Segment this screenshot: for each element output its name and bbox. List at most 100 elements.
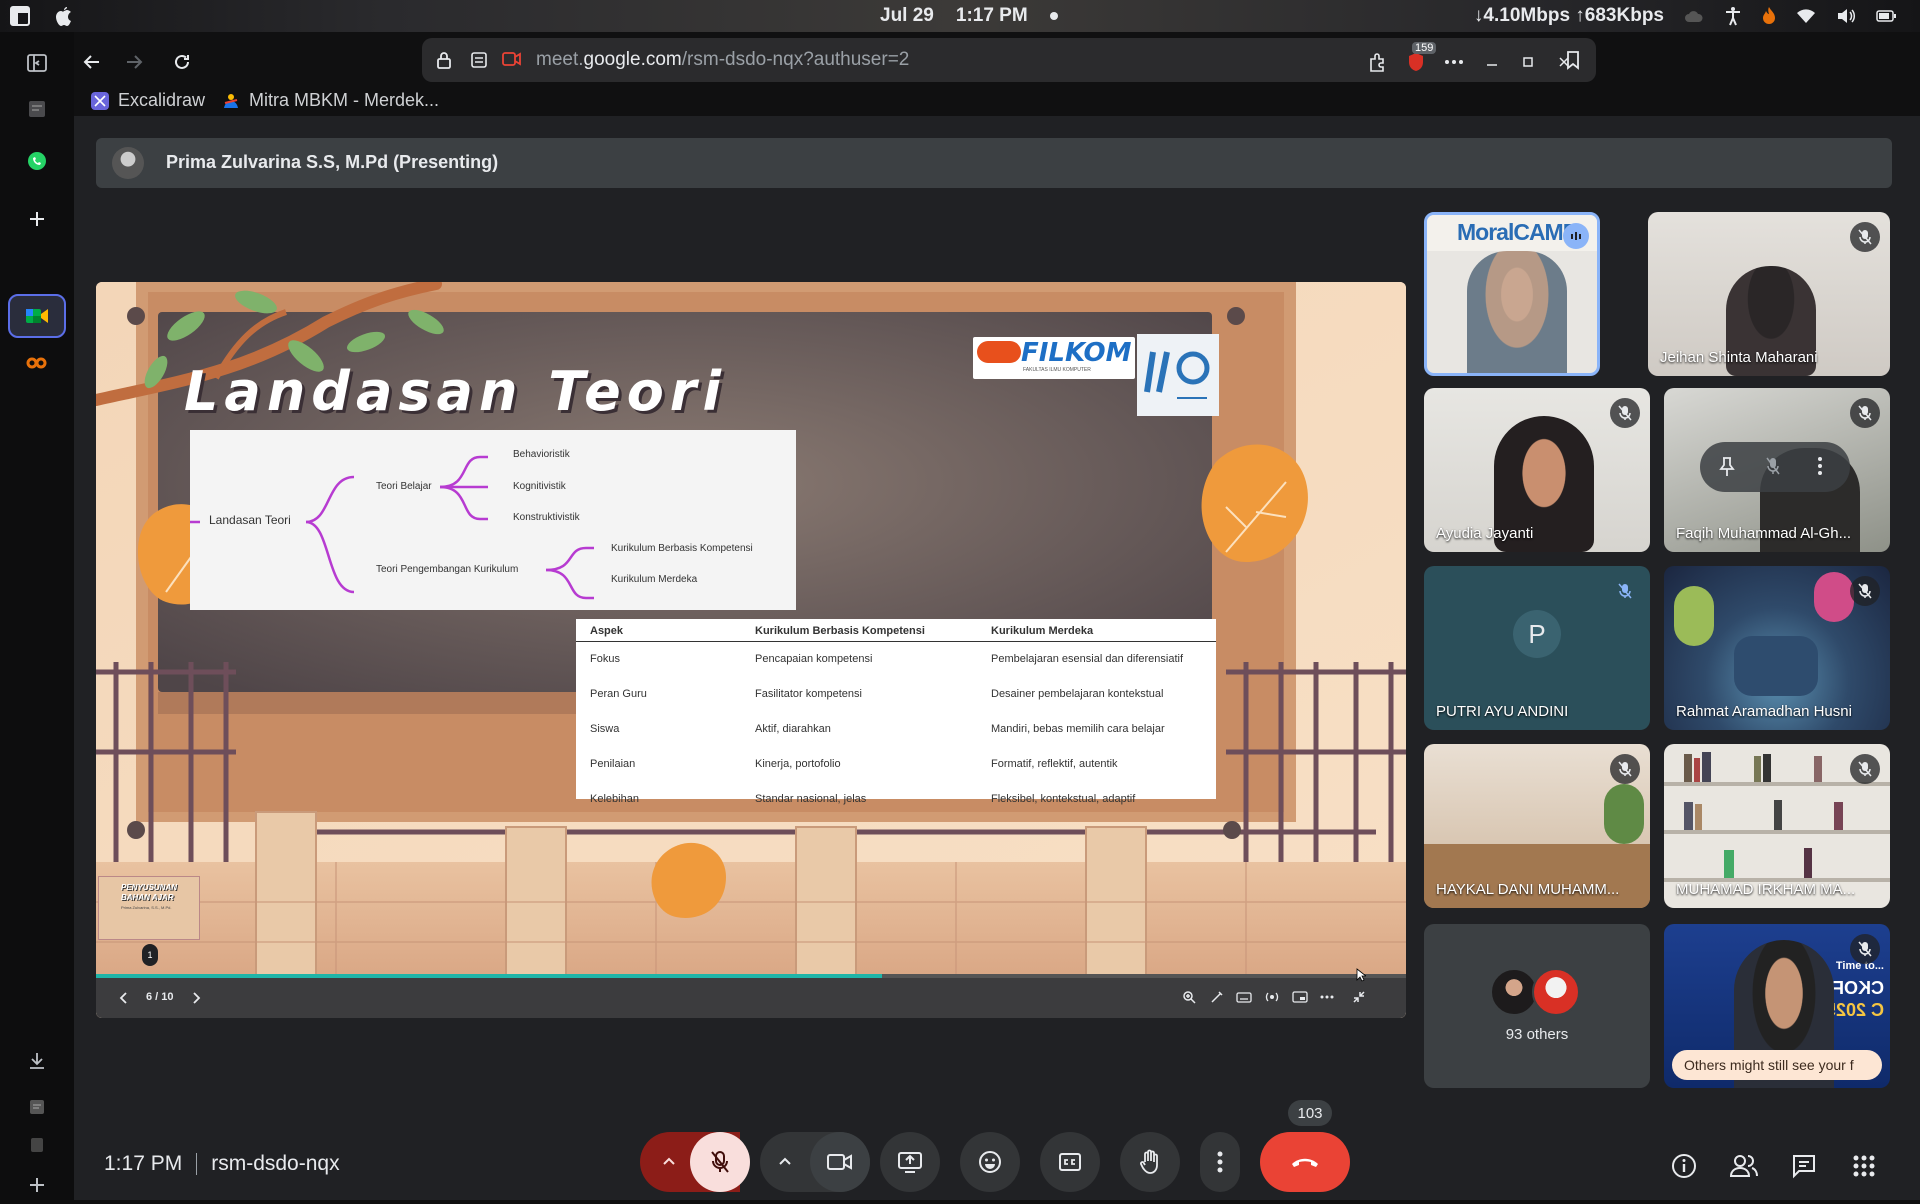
keyboard-icon[interactable]: [1236, 990, 1252, 1004]
game-seat: [1734, 636, 1818, 696]
volume-icon[interactable]: [1836, 8, 1856, 24]
workspace-icon[interactable]: [8, 4, 32, 28]
reload-icon[interactable]: [164, 44, 200, 80]
more-vert-icon: [1217, 1151, 1223, 1173]
active-meet-tab[interactable]: [8, 294, 66, 338]
mute-warning-toast[interactable]: Others might still see your f: [1672, 1050, 1882, 1080]
slide-marker[interactable]: 1: [142, 944, 158, 966]
slide-thumbnail[interactable]: PENYUSUNAN BAHAN AJAR Prima Zulvarina, S…: [98, 876, 200, 940]
meeting-details-button[interactable]: [1666, 1148, 1702, 1184]
present-screen-icon: [897, 1151, 923, 1173]
mic-off-icon: [1850, 222, 1880, 252]
sidebar-toggle-icon[interactable]: [18, 44, 56, 82]
exit-fullscreen-icon[interactable]: [1352, 990, 1366, 1004]
notes-app-icon[interactable]: [18, 90, 56, 128]
camera-active-icon[interactable]: [502, 51, 522, 67]
notes-small-icon[interactable]: [18, 1088, 56, 1126]
extensions-icon[interactable]: [1360, 44, 1396, 80]
mindmap-root: Landasan Teori: [209, 513, 291, 527]
meet-bottom-bar: 1:17 PM rsm-dsdo-nqx: [74, 1100, 1920, 1200]
mindmap-branch-2: Teori Pengembangan Kurikulum: [376, 564, 519, 575]
maximize-icon[interactable]: [1510, 44, 1546, 80]
self-view-tile[interactable]: Time to... CKOF C 2025 Others might stil…: [1664, 924, 1890, 1088]
pip-icon[interactable]: [1292, 990, 1308, 1004]
mute-participant-icon[interactable]: [1766, 457, 1780, 475]
slide-more-icon[interactable]: [1320, 995, 1334, 999]
prev-slide-icon[interactable]: [118, 991, 128, 1005]
mindmap-item: Behavioristik: [513, 449, 570, 460]
cloud-icon[interactable]: [1684, 9, 1704, 23]
participant-tile[interactable]: MoralCAMP: [1424, 212, 1600, 376]
more-options-icon[interactable]: [1436, 44, 1472, 80]
system-top-bar: Jul 29 1:17 PM ↓4.10Mbps ↑683Kbps: [0, 0, 1920, 32]
close-window-icon[interactable]: [1546, 44, 1582, 80]
people-button[interactable]: [1726, 1148, 1762, 1184]
link-app-icon[interactable]: [18, 344, 56, 382]
presentation-slide[interactable]: Landasan Teori FILKOM FAKULTAS ILMU KOMP…: [96, 282, 1406, 1018]
bookmark-mitra-mbkm[interactable]: Mitra MBKM - Merdek...: [221, 90, 439, 111]
meeting-time: 1:17 PM: [104, 1152, 183, 1175]
camera-toggle-button[interactable]: [810, 1132, 870, 1192]
bookmarks-bar: Excalidraw Mitra MBKM - Merdek...: [90, 90, 439, 111]
tile-more-icon[interactable]: [1818, 457, 1822, 475]
minimize-icon[interactable]: [1474, 44, 1510, 80]
mic-off-icon: [1850, 754, 1880, 784]
back-icon[interactable]: [74, 44, 110, 80]
participant-name: PUTRI AYU ANDINI: [1436, 703, 1569, 720]
activities-button[interactable]: [1846, 1148, 1882, 1184]
whatsapp-icon[interactable]: [18, 142, 56, 180]
raise-hand-button[interactable]: [1120, 1132, 1180, 1192]
wifi-icon[interactable]: [1796, 8, 1816, 24]
zoom-icon[interactable]: [1182, 990, 1196, 1004]
others-tile[interactable]: 93 others: [1424, 924, 1650, 1088]
more-options-button[interactable]: [1200, 1132, 1240, 1192]
participant-name: HAYKAL DANI MUHAMM...: [1436, 881, 1620, 898]
system-time[interactable]: 1:17 PM: [956, 5, 1028, 27]
site-settings-icon[interactable]: [470, 51, 488, 69]
broadcast-icon[interactable]: [1264, 990, 1280, 1004]
apple-icon[interactable]: [52, 4, 74, 28]
extension-shield-icon[interactable]: 159: [1398, 42, 1437, 80]
participant-tile[interactable]: Faqih Muhammad Al-Gh...: [1664, 388, 1890, 552]
laser-pointer-icon[interactable]: [1210, 990, 1224, 1004]
next-slide-icon[interactable]: [192, 991, 202, 1005]
chat-button[interactable]: [1786, 1148, 1822, 1184]
present-button[interactable]: [880, 1132, 940, 1192]
flame-icon[interactable]: [1762, 6, 1776, 26]
meeting-code[interactable]: rsm-dsdo-nqx: [211, 1152, 339, 1175]
bookmark-excalidraw[interactable]: Excalidraw: [90, 90, 205, 111]
others-count: 93 others: [1505, 1026, 1569, 1043]
network-speed[interactable]: ↓4.10Mbps ↑683Kbps: [1474, 5, 1664, 27]
mic-off-icon: [1610, 576, 1640, 606]
accessibility-icon[interactable]: [1724, 6, 1742, 26]
leave-call-button[interactable]: [1260, 1132, 1350, 1192]
participant-tile[interactable]: Jeihan Shinta Maharani: [1648, 212, 1890, 376]
participant-tile[interactable]: P PUTRI AYU ANDINI: [1424, 566, 1650, 730]
add-bottom-icon[interactable]: [18, 1166, 56, 1204]
camera-options-button[interactable]: [760, 1132, 870, 1192]
pin-icon[interactable]: [1718, 456, 1736, 478]
system-date[interactable]: Jul 29: [880, 5, 934, 27]
battery-icon[interactable]: [1876, 10, 1896, 22]
mouse-cursor-icon: [1356, 968, 1366, 982]
table-row: Peran Guru Fasilitator kompetensi Desainer…: [590, 688, 1164, 700]
forward-icon[interactable]: [116, 44, 152, 80]
presenter-name: Prima Zulvarina S.S, M.Pd (Presenting): [166, 152, 499, 172]
captions-button[interactable]: [1040, 1132, 1100, 1192]
add-panel-icon[interactable]: [18, 200, 56, 238]
participant-tile[interactable]: Rahmat Aramadhan Husni: [1664, 566, 1890, 730]
file-icon[interactable]: [18, 1126, 56, 1164]
mic-toggle-button[interactable]: [690, 1132, 750, 1192]
excalidraw-icon: [90, 91, 110, 111]
download-icon[interactable]: [18, 1042, 56, 1080]
participant-tile[interactable]: MUHAMAD IRKHAM MA...: [1664, 744, 1890, 908]
reactions-button[interactable]: [960, 1132, 1020, 1192]
table-row: Siswa Aktif, diarahkan Mandiri, bebas memi…: [590, 723, 1165, 735]
filkom-logo: FILKOM FAKULTAS ILMU KOMPUTER: [973, 337, 1135, 379]
participant-tile[interactable]: HAYKAL DANI MUHAMM...: [1424, 744, 1650, 908]
comparison-table-panel: Aspek Kurikulum Berbasis Kompetensi Kuri…: [576, 619, 1216, 805]
divider: [196, 1153, 198, 1176]
url-text[interactable]: meet.google.com/rsm-dsdo-nqx?authuser=2: [536, 49, 909, 71]
lock-icon[interactable]: [436, 50, 452, 70]
participant-tile[interactable]: Ayudia Jayanti: [1424, 388, 1650, 552]
